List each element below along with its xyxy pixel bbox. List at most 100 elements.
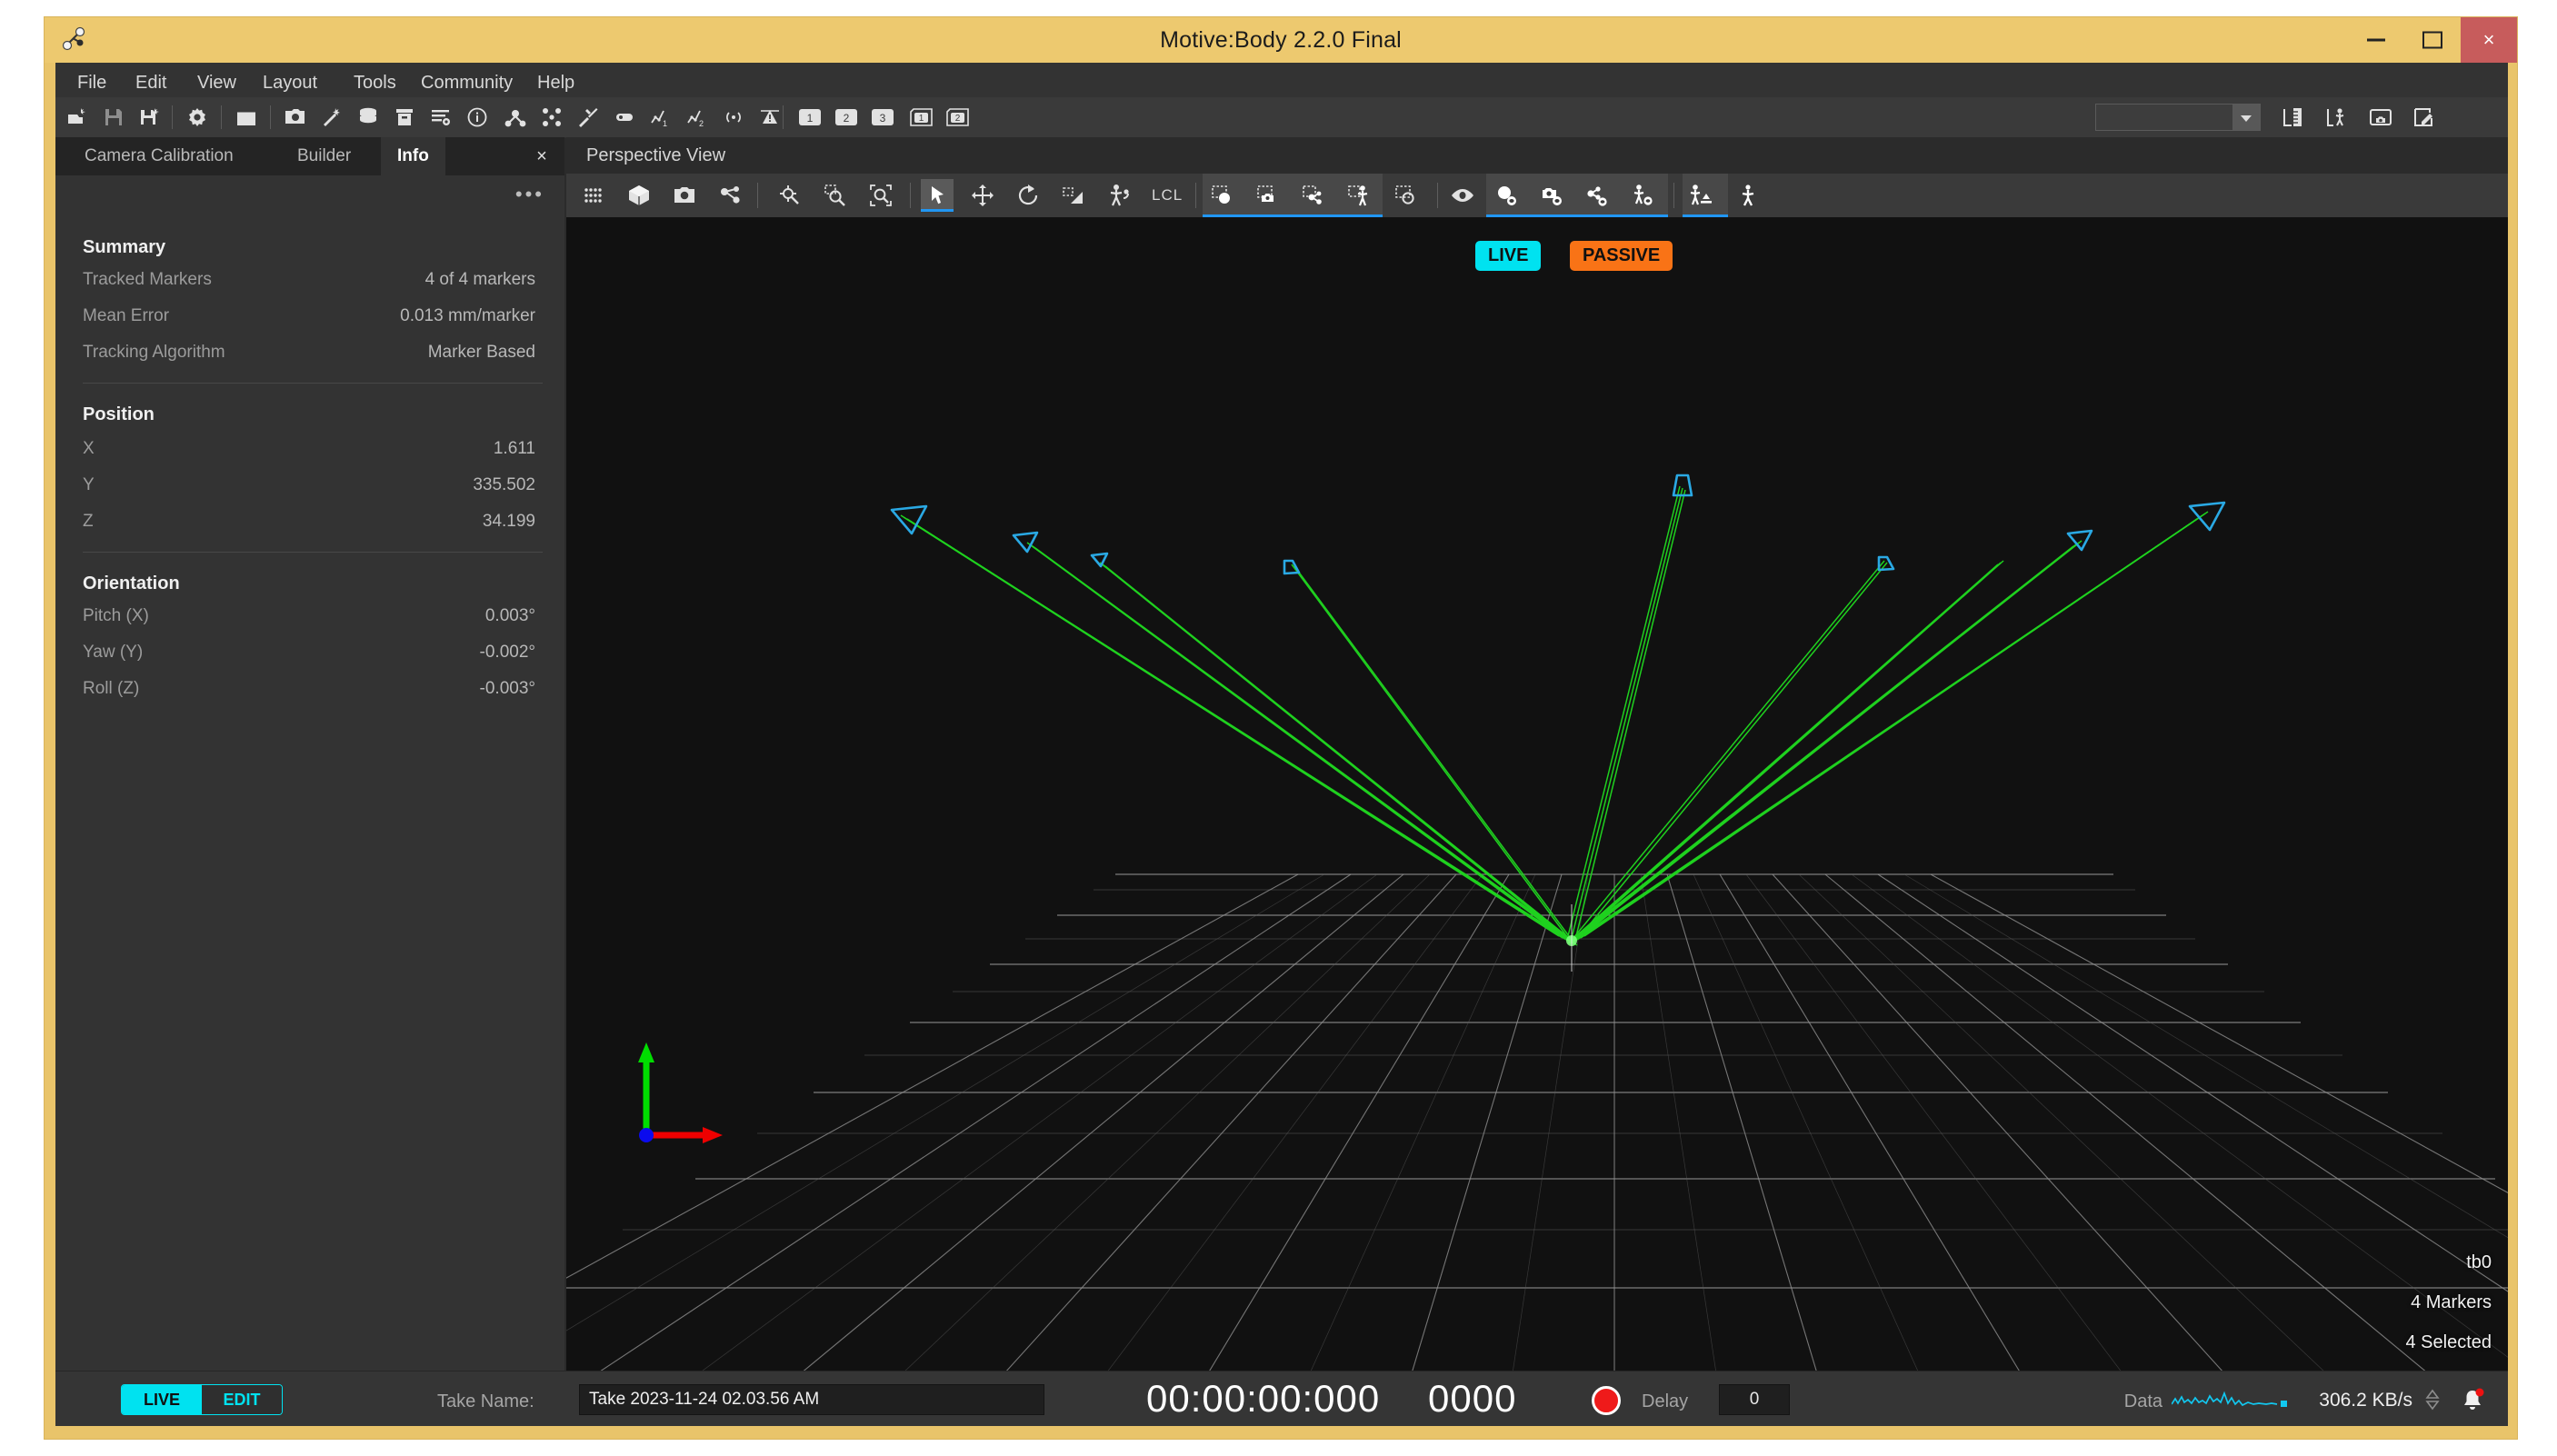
skeleton-bones-icon[interactable] [1732, 179, 1764, 212]
show-markers-icon[interactable] [1490, 179, 1523, 212]
overlay-marker-count: 4 Markers [2411, 1292, 2492, 1313]
data-stack-icon[interactable] [354, 103, 383, 132]
calibration-wand-icon[interactable] [317, 103, 346, 132]
show-rigidbodies-icon[interactable] [1581, 179, 1613, 212]
viewport-title-bar: Perspective View [566, 137, 2508, 174]
layout-3-icon[interactable]: 3 [868, 103, 897, 132]
rigid-body-icon[interactable] [501, 103, 530, 132]
signal-icon[interactable] [719, 103, 748, 132]
capsule-icon[interactable] [610, 103, 639, 132]
row-value-mean-error: 0.013 mm/marker [400, 306, 535, 326]
minimize-button[interactable] [2348, 17, 2404, 63]
menu-file[interactable]: File [72, 71, 112, 95]
graph-1-icon[interactable]: 1 [646, 103, 675, 132]
row-value-pitch: 0.003° [485, 606, 535, 626]
layout-2-icon[interactable]: 2 [832, 103, 861, 132]
zoom-selected-icon[interactable] [819, 179, 852, 212]
camera-preview-icon[interactable] [281, 103, 310, 132]
save-as-icon[interactable] [135, 103, 165, 132]
take-name-input[interactable]: Take 2023-11-24 02.03.56 AM [579, 1384, 1044, 1415]
menu-edit[interactable]: Edit [130, 71, 172, 95]
tab-info[interactable]: Info [381, 137, 445, 175]
svg-text:1: 1 [663, 119, 667, 128]
saved-layout-2-icon[interactable]: 2 [943, 103, 972, 132]
select-unlabeled-icon[interactable] [1390, 179, 1423, 212]
rigid-body-icon[interactable] [714, 179, 746, 212]
close-panel-icon[interactable]: × [532, 146, 552, 166]
zoom-fit-icon[interactable] [864, 179, 897, 212]
panel-overflow-menu-icon[interactable]: ••• [515, 188, 544, 201]
row-label-tracked-markers: Tracked Markers [83, 270, 212, 290]
translate-icon[interactable] [966, 179, 999, 212]
scene-render [566, 217, 2508, 1371]
grid-toggle-icon[interactable] [577, 179, 610, 212]
live-edit-toggle[interactable]: LIVE EDIT [121, 1384, 283, 1415]
skeleton-pose-icon[interactable] [1103, 179, 1135, 212]
menu-layout[interactable]: Layout [257, 71, 323, 95]
viewport-toolbar-separator [1195, 183, 1196, 208]
save-icon[interactable] [99, 103, 128, 132]
passive-badge[interactable]: PASSIVE [1570, 241, 1673, 271]
camera-panel-icon[interactable] [2361, 104, 2401, 131]
volume-box-icon[interactable] [623, 179, 655, 212]
row-label-mean-error: Mean Error [83, 306, 169, 326]
info-panel-body: ••• Summary Tracked Markers 4 of 4 marke… [55, 175, 564, 1371]
menu-bar: File Edit View Layout Tools Community He… [55, 63, 2508, 97]
graph-2-icon[interactable]: 2 [683, 103, 712, 132]
new-project-icon[interactable] [63, 103, 92, 132]
rotate-icon[interactable] [1012, 179, 1044, 212]
viewport-toolbar-separator [1437, 183, 1438, 208]
live-badge[interactable]: LIVE [1475, 241, 1541, 271]
scale-icon[interactable] [1057, 179, 1090, 212]
edit-panel-icon[interactable] [2404, 104, 2444, 131]
archive-icon[interactable] [390, 103, 419, 132]
viewport-3d-canvas[interactable]: LIVE PASSIVE tb0 4 Markers 4 Selected [566, 217, 2508, 1371]
saved-layout-1-icon[interactable]: 1 [906, 103, 935, 132]
tab-camera-calibration[interactable]: Camera Calibration [68, 137, 250, 175]
select-cameras-icon[interactable] [1252, 179, 1284, 212]
measurement-panel-icon[interactable] [2273, 104, 2313, 131]
show-skeletons-icon[interactable] [1626, 179, 1659, 212]
menu-help[interactable]: Help [532, 71, 580, 95]
markers-scatter-icon[interactable] [537, 103, 566, 132]
live-mode-button[interactable]: LIVE [122, 1385, 202, 1414]
info-circle-icon[interactable] [463, 103, 492, 132]
chevron-down-icon[interactable] [2232, 105, 2260, 130]
local-coordinates-toggle[interactable]: LCL [1152, 186, 1183, 204]
select-rigidbodies-icon[interactable] [1297, 179, 1330, 212]
select-markers-icon[interactable] [1206, 179, 1239, 212]
data-stepper-icon[interactable] [2424, 1389, 2441, 1411]
zoom-center-icon[interactable] [774, 179, 806, 212]
tab-builder[interactable]: Builder [281, 137, 367, 175]
layout-1-icon[interactable]: 1 [795, 103, 824, 132]
take-name-label: Take Name: [437, 1391, 534, 1412]
status-bar: LIVE EDIT Take Name: Take 2023-11-24 02.… [55, 1371, 2508, 1426]
row-label-position-x: X [83, 439, 95, 459]
skeleton-ground-icon[interactable] [1684, 179, 1717, 212]
skeleton-panel-icon[interactable] [2317, 104, 2357, 131]
left-dock-panel: Camera Calibration Builder Info × ••• Su… [55, 137, 564, 1371]
alert-graph-icon[interactable] [755, 103, 784, 132]
bell-icon[interactable] [2457, 1386, 2488, 1417]
menu-view[interactable]: View [192, 71, 242, 95]
eye-visibility-icon[interactable] [1446, 179, 1479, 212]
list-settings-icon[interactable] [426, 103, 455, 132]
toolbar-separator [783, 105, 784, 129]
menu-community[interactable]: Community [415, 71, 518, 95]
layout-select[interactable] [2095, 104, 2261, 131]
maximize-button[interactable] [2404, 17, 2461, 63]
select-skeletons-icon[interactable] [1343, 179, 1375, 212]
viewport-pane-icon[interactable] [232, 103, 261, 132]
show-cameras-icon[interactable] [1535, 179, 1568, 212]
delay-input[interactable]: 0 [1719, 1384, 1790, 1415]
menu-tools[interactable]: Tools [348, 71, 402, 95]
record-button-icon[interactable] [1592, 1386, 1621, 1415]
window-title: Motive:Body 2.2.0 Final [45, 27, 2517, 54]
select-arrow-icon[interactable] [921, 179, 954, 212]
settings-gear-icon[interactable] [183, 103, 212, 132]
camera-icon[interactable] [668, 179, 701, 212]
edit-mode-button[interactable]: EDIT [202, 1385, 282, 1414]
viewport-toolbar-separator [757, 183, 758, 208]
close-button[interactable]: × [2461, 17, 2517, 63]
wand-tools-icon[interactable] [574, 103, 603, 132]
